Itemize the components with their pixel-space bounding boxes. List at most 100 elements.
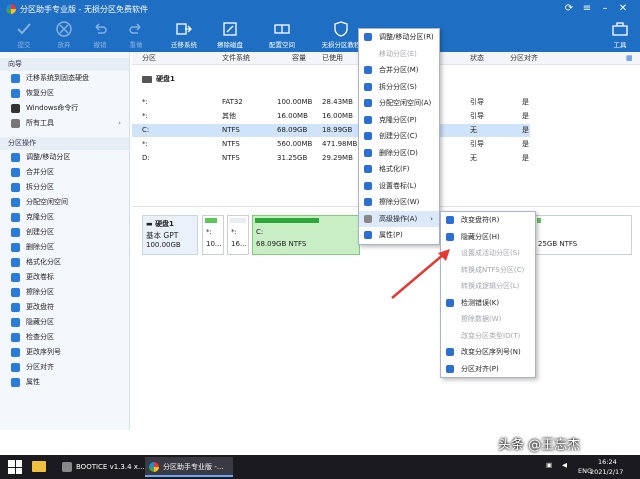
sidebar-item-label: 合并分区 <box>26 168 54 176</box>
menu-item-delete[interactable]: 删除分区(D) <box>359 145 439 162</box>
sidebar-item-label-change[interactable]: 更改卷标 <box>0 270 129 285</box>
menu-item-split[interactable]: 拆分分区(S) <box>359 79 439 96</box>
sidebar-item-wipe[interactable]: 擦除分区 <box>0 285 129 300</box>
menu-item-label: 检测错误 <box>461 298 489 307</box>
tools-button[interactable]: 工具 <box>600 18 640 52</box>
sidebar-item-delete[interactable]: 删除分区 <box>0 240 129 255</box>
menu-icon[interactable]: ≡ <box>580 2 594 16</box>
help-icon[interactable]: ⟳ <box>562 2 576 16</box>
menu-item-key: (W) <box>489 315 502 323</box>
sidebar-item-drive-letter[interactable]: 更改盘符 <box>0 300 129 315</box>
cell-used: 28.43MB <box>322 98 353 106</box>
menu-item-key: (L) <box>510 282 520 290</box>
menu-item-set-label[interactable]: 设置卷标(L) <box>359 178 439 195</box>
migrate-os-label: 迁移系统 <box>171 41 197 49</box>
submenu-item-serial[interactable]: 改变分区序列号(N) <box>441 344 535 361</box>
undo-icon <box>95 23 107 34</box>
menu-item-create[interactable]: 创建分区(C) <box>359 128 439 145</box>
discard-button[interactable]: 放弃 <box>44 18 84 52</box>
menu-item-resize[interactable]: 调整/移动分区(R) <box>359 29 439 46</box>
partition-block[interactable]: *: 10... <box>202 215 224 255</box>
sidebar-item-allocate[interactable]: 分配空闲空间 <box>0 195 129 210</box>
disk-size: 100.00GB <box>146 241 181 249</box>
menu-item-key: (S) <box>510 249 520 257</box>
partition-letter: *: <box>231 228 237 236</box>
cell-capacity: 560.00MB <box>277 140 313 148</box>
sidebar-item-label: 克隆分区 <box>26 213 54 221</box>
table-row[interactable]: *: 其他 16.00MB 16.00MB 引导 是 <box>132 110 530 123</box>
tools-label: 工具 <box>613 41 627 49</box>
menu-item-label: 分区对齐 <box>461 364 489 373</box>
sidebar-item-cmd[interactable]: Windows命令行 <box>0 101 129 116</box>
sidebar-item-label: 删除分区 <box>26 243 54 251</box>
sidebar-item-check[interactable]: 检查分区 <box>0 330 129 345</box>
sidebar-item-format[interactable]: 格式化分区 <box>0 255 129 270</box>
columns-icon[interactable]: ▦ <box>626 52 633 65</box>
taskbar-item-bootice[interactable]: BOOTICE v1.3.4 x... <box>58 457 145 477</box>
menu-item-wipe[interactable]: 擦除分区(W) <box>359 194 439 211</box>
align-icon <box>446 364 454 373</box>
cell-partition: *: <box>142 140 148 148</box>
file-explorer-icon[interactable] <box>32 461 46 472</box>
info-icon <box>11 378 20 387</box>
sidebar-item-label: Windows命令行 <box>26 104 79 112</box>
serial-icon <box>446 348 454 356</box>
redo-button[interactable]: 重做 <box>116 18 156 52</box>
disk-icon <box>142 75 152 83</box>
cell-partition: D: <box>142 154 150 162</box>
wipe-disk-button[interactable]: 擦除磁盘 <box>210 18 250 52</box>
sidebar-item-serial[interactable]: 更改序列号 <box>0 345 129 360</box>
partition-block[interactable]: 25GB NTFS <box>534 215 632 255</box>
menu-item-move[interactable]: 移动分区(E) <box>359 46 439 63</box>
table-row[interactable]: *: NTFS 560.00MB 471.98MB 引导 是 <box>132 138 530 151</box>
menu-item-merge[interactable]: 合并分区(M) <box>359 62 439 79</box>
submenu-item-type-id[interactable]: 改变分区类型ID(T) <box>441 328 535 345</box>
disk-type: 基本 GPT <box>146 231 179 240</box>
sidebar-item-migrate-ssd[interactable]: 迁移系统到固态硬盘 <box>0 71 129 86</box>
submenu-item-wipe-data[interactable]: 擦除数据(W) <box>441 311 535 328</box>
windows-start-icon[interactable] <box>8 460 22 474</box>
partition-block-selected[interactable]: C: 68.09GB NTFS <box>252 215 360 255</box>
cell-status: 引导 <box>470 98 484 106</box>
migrate-icon <box>11 74 20 83</box>
allocate-space-button[interactable]: 配置空间 <box>262 18 302 52</box>
col-align: 分区对齐 <box>510 54 538 62</box>
submenu-item-align[interactable]: 分区对齐(P) <box>441 361 535 378</box>
sidebar-item-hide[interactable]: 隐藏分区 <box>0 315 129 330</box>
sidebar-item-label: 隐藏分区 <box>26 318 54 326</box>
taskbar-item-partition-assistant[interactable]: 分区助手专业版 -... <box>145 457 233 477</box>
menu-item-label: 改变分区序列号 <box>461 348 510 356</box>
close-button[interactable]: ✕ <box>616 2 630 16</box>
cell-partition: C: <box>142 126 150 134</box>
sidebar-item-label: 更改卷标 <box>26 273 54 281</box>
table-row[interactable]: D: NTFS 31.25GB 29.29MB 无 是 <box>132 152 530 165</box>
commit-button[interactable]: 提交 <box>4 18 44 52</box>
minimize-button[interactable]: – <box>598 2 612 16</box>
sidebar-item-create[interactable]: 创建分区 <box>0 225 129 240</box>
clone-icon <box>364 115 372 124</box>
menu-item-clone[interactable]: 克隆分区(P) <box>359 112 439 129</box>
network-icon[interactable]: ▣ <box>546 461 552 469</box>
migrate-os-button[interactable]: 迁移系统 <box>164 18 204 52</box>
table-row[interactable]: C: NTFS 68.09GB 18.99GB 无 是 <box>132 124 530 137</box>
volume-icon[interactable]: ◀ <box>562 461 567 469</box>
sidebar-item-resize[interactable]: 调整/移动分区 <box>0 150 129 165</box>
sidebar-item-clone[interactable]: 克隆分区 <box>0 210 129 225</box>
sidebar-item-recover[interactable]: 恢复分区 <box>0 86 129 101</box>
undo-button[interactable]: 撤销 <box>80 18 120 52</box>
sidebar-item-all-tools[interactable]: 所有工具 › <box>0 116 129 131</box>
tag-icon <box>364 181 372 190</box>
submenu-item-change-letter[interactable]: 改变盘符(R) <box>441 212 535 229</box>
sidebar-item-properties[interactable]: 属性 <box>0 375 129 390</box>
disk-summary[interactable]: ▬ 硬盘1 基本 GPT 100.00GB <box>142 215 198 255</box>
sidebar-item-split[interactable]: 拆分分区 <box>0 180 129 195</box>
menu-item-allocate[interactable]: 分配空闲空间(A) <box>359 95 439 112</box>
menu-item-format[interactable]: 格式化(F) <box>359 161 439 178</box>
format-icon <box>364 165 372 173</box>
menu-item-advanced[interactable]: 高级操作(A) › <box>359 210 439 227</box>
sidebar-item-merge[interactable]: 合并分区 <box>0 165 129 180</box>
chevron-right-icon: › <box>430 214 433 223</box>
table-row[interactable]: *: FAT32 100.00MB 28.43MB 引导 是 <box>132 96 530 109</box>
sidebar-item-align[interactable]: 分区对齐 <box>0 360 129 375</box>
partition-block[interactable]: *: 16... <box>227 215 249 255</box>
